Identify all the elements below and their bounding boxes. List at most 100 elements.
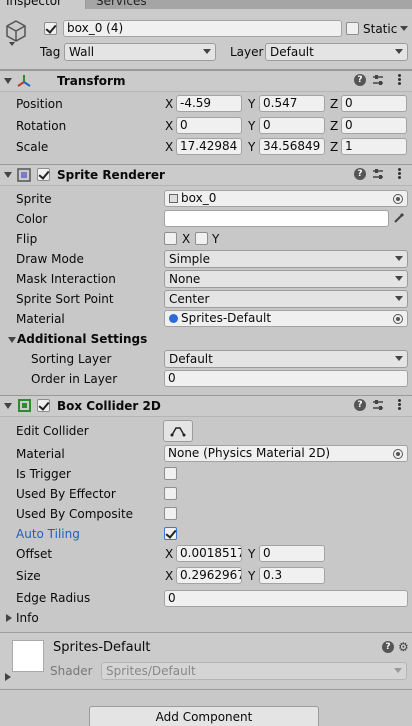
kebab-menu-icon[interactable] — [398, 74, 401, 86]
kebab-menu-icon[interactable] — [398, 399, 401, 411]
shader-label: Shader — [50, 664, 93, 678]
axis-z-label[interactable]: Z — [330, 97, 338, 111]
help-icon[interactable]: ? — [354, 399, 366, 411]
used-by-effector-label: Used By Effector — [16, 487, 116, 501]
active-checkbox[interactable] — [44, 22, 57, 35]
axis-y-label[interactable]: Y — [248, 97, 255, 111]
axis-y-label[interactable]: Y — [248, 140, 255, 154]
edit-collider-button[interactable] — [163, 420, 193, 442]
fold-arrow-icon[interactable] — [8, 337, 16, 343]
fold-arrow-icon[interactable] — [4, 78, 12, 84]
is-trigger-checkbox[interactable] — [164, 467, 177, 480]
draw-mode-dropdown[interactable]: Simple — [164, 250, 408, 268]
axis-x-label[interactable]: X — [165, 140, 173, 154]
size-y-input[interactable]: 0.3 — [259, 567, 325, 584]
chevron-down-icon — [395, 256, 403, 261]
transform-icon — [16, 73, 32, 89]
axis-y-label[interactable]: Y — [248, 547, 255, 561]
order-in-layer-input[interactable]: 0 — [164, 370, 408, 387]
auto-tiling-checkbox[interactable] — [164, 527, 177, 540]
axis-z-label[interactable]: Z — [330, 140, 338, 154]
kebab-menu-icon[interactable] — [398, 168, 401, 180]
used-by-effector-checkbox[interactable] — [164, 487, 177, 500]
axis-x-label[interactable]: X — [165, 547, 173, 561]
help-icon[interactable]: ? — [382, 641, 394, 653]
object-name-input[interactable]: box_0 (4) — [63, 20, 342, 37]
edge-radius-input[interactable]: 0 — [164, 590, 408, 607]
preset-icon[interactable] — [372, 168, 384, 180]
axis-z-label[interactable]: Z — [330, 119, 338, 133]
sprite-field[interactable]: box_0 — [164, 190, 408, 207]
size-label: Size — [16, 569, 41, 583]
size-x-input[interactable]: 0.2962967 — [176, 567, 242, 584]
offset-y-input[interactable]: 0 — [259, 545, 325, 562]
edit-collider-icon — [170, 427, 186, 437]
fold-arrow-icon[interactable] — [4, 172, 12, 178]
material-field[interactable]: Sprites-Default — [164, 310, 408, 327]
mask-interaction-dropdown[interactable]: None — [164, 270, 408, 288]
gear-icon[interactable]: ⚙ — [398, 641, 409, 653]
tab-inspector[interactable]: Inspector — [0, 0, 86, 9]
collider-material-field[interactable]: None (Physics Material 2D) — [164, 445, 408, 462]
object-picker-icon[interactable] — [393, 314, 403, 324]
value: 0 — [345, 118, 353, 132]
position-y-input[interactable]: 0.547 — [259, 95, 325, 112]
axis-x-label[interactable]: X — [165, 97, 173, 111]
tab-services[interactable]: Services — [90, 0, 153, 9]
tag-dropdown[interactable]: Wall — [64, 43, 216, 61]
static-checkbox[interactable] — [346, 22, 359, 35]
box-collider-enabled-checkbox[interactable] — [37, 399, 50, 412]
info-foldout[interactable]: Info — [16, 611, 39, 625]
additional-settings-label[interactable]: Additional Settings — [17, 332, 147, 346]
position-label: Position — [16, 97, 63, 111]
help-icon[interactable]: ? — [354, 168, 366, 180]
rotation-y-input[interactable]: 0 — [259, 117, 325, 134]
cube-dropdown-icon[interactable] — [9, 42, 15, 46]
tab-label: Services — [96, 0, 147, 8]
value: 17.42984 — [180, 139, 238, 153]
eyedropper-icon[interactable] — [392, 211, 406, 225]
mask-interaction-value: None — [169, 272, 201, 286]
value: 34.56849 — [263, 139, 321, 153]
help-icon[interactable]: ? — [354, 74, 366, 86]
object-picker-icon[interactable] — [393, 449, 403, 459]
fold-arrow-icon[interactable] — [5, 673, 11, 681]
layer-dropdown[interactable]: Default — [265, 43, 408, 61]
offset-x-input[interactable]: 0.0018517 — [176, 545, 242, 562]
axis-x-label[interactable]: X — [165, 569, 173, 583]
used-by-composite-checkbox[interactable] — [164, 507, 177, 520]
preset-icon[interactable] — [372, 74, 384, 86]
chevron-down-icon — [395, 356, 403, 361]
position-z-input[interactable]: 0 — [341, 95, 407, 112]
sort-point-dropdown[interactable]: Center — [164, 290, 408, 308]
axis-y-label[interactable]: Y — [248, 569, 255, 583]
sprite-renderer-title: Sprite Renderer — [57, 168, 165, 182]
sorting-layer-dropdown[interactable]: Default — [164, 350, 408, 368]
sprite-renderer-enabled-checkbox[interactable] — [37, 168, 50, 181]
preset-icon[interactable] — [372, 399, 384, 411]
scale-z-input[interactable]: 1 — [341, 138, 407, 155]
flip-y-checkbox[interactable] — [195, 232, 208, 245]
material-sphere-icon — [169, 314, 178, 323]
scale-x-input[interactable]: 17.42984 — [176, 138, 242, 155]
flip-x-checkbox[interactable] — [164, 232, 177, 245]
fold-arrow-icon[interactable] — [4, 403, 12, 409]
axis-y-label[interactable]: Y — [248, 119, 255, 133]
value: 0.547 — [263, 96, 298, 110]
object-picker-icon[interactable] — [393, 194, 403, 204]
rotation-x-input[interactable]: 0 — [176, 117, 242, 134]
static-dropdown-icon[interactable] — [400, 26, 408, 31]
offset-label: Offset — [16, 547, 53, 561]
is-trigger-label: Is Trigger — [16, 467, 71, 481]
color-swatch[interactable] — [164, 210, 389, 227]
rotation-z-input[interactable]: 0 — [341, 117, 407, 134]
edit-collider-label: Edit Collider — [16, 424, 89, 438]
position-x-input[interactable]: -4.59 — [176, 95, 242, 112]
add-component-button[interactable]: Add Component — [89, 706, 319, 726]
fold-arrow-icon[interactable] — [6, 614, 12, 622]
axis-x-label[interactable]: X — [165, 119, 173, 133]
order-value: 0 — [168, 371, 176, 385]
scale-y-input[interactable]: 34.56849 — [259, 138, 325, 155]
shader-dropdown[interactable]: Sprites/Default — [101, 662, 407, 680]
sorting-layer-label: Sorting Layer — [31, 352, 112, 366]
